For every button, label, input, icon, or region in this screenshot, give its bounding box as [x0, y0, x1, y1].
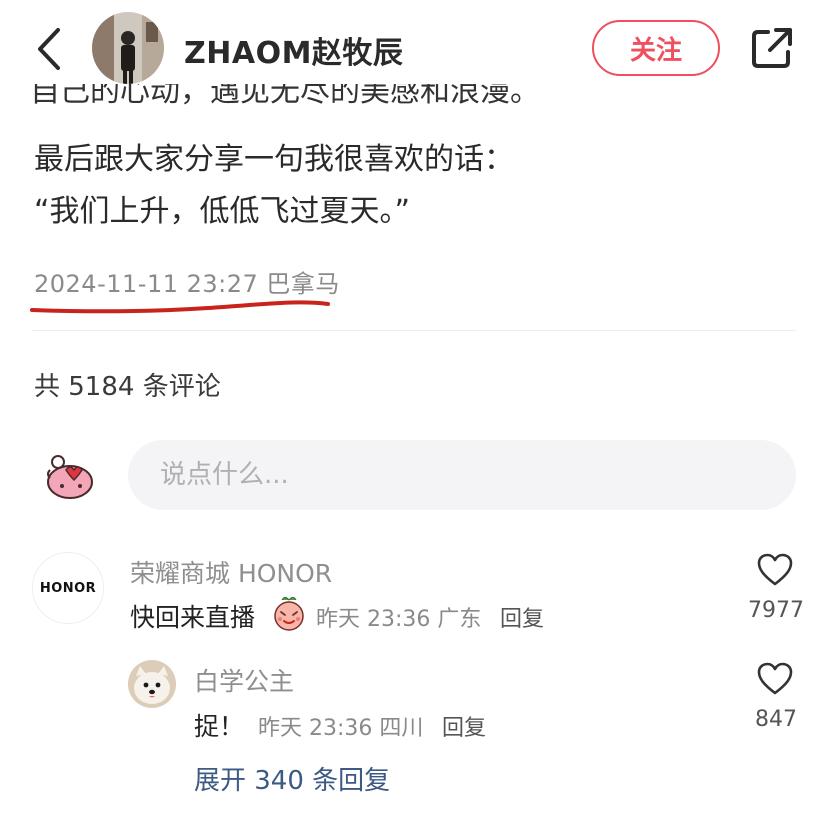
reply-like-count: 847: [755, 707, 797, 732]
author-avatar-image: [92, 12, 164, 84]
comment-time: 昨天 23:36: [316, 607, 431, 632]
comment-username[interactable]: 荣耀商城 HONOR: [130, 554, 332, 590]
post-text-clipped: 自己的心动，遇见无尽的美感和浪漫。: [30, 84, 540, 109]
handwritten-underline-annotation: [30, 300, 330, 314]
reply-button[interactable]: 回复: [500, 601, 544, 633]
comment-meta: 昨天 23:36 广东: [316, 601, 481, 633]
share-icon: [752, 28, 792, 68]
post-text-line-2: “我们上升，低低飞过夏天。”: [34, 194, 411, 229]
reply-meta: 昨天 23:36 四川: [258, 710, 423, 742]
dog-avatar-image: [128, 660, 176, 708]
divider: [32, 330, 796, 331]
author-name[interactable]: ZHAOM赵牧辰: [184, 28, 403, 72]
heart-icon: [757, 553, 793, 586]
follow-button[interactable]: 关注: [592, 20, 720, 76]
commenter-avatar[interactable]: HONOR: [32, 552, 104, 624]
back-arrow-icon: [38, 28, 60, 70]
reply-like-button[interactable]: [757, 662, 793, 696]
like-button[interactable]: [757, 553, 793, 587]
reply-time: 昨天 23:36: [258, 716, 373, 741]
comment-count: 共 5184 条评论: [34, 372, 221, 402]
share-button[interactable]: [748, 24, 796, 72]
reply-username[interactable]: 白学公主: [194, 662, 294, 698]
like-count: 7977: [748, 598, 804, 623]
post-text-clipped-line: 自己的心动，遇见无尽的美感和浪漫。: [30, 84, 770, 118]
reply-reply-button[interactable]: 回复: [442, 710, 486, 742]
author-avatar[interactable]: [92, 12, 164, 84]
emoji-sticker-icon: [274, 597, 304, 631]
user-sticker-avatar[interactable]: [40, 448, 96, 504]
expand-replies-link[interactable]: 展开 340 条回复: [194, 760, 390, 797]
reply-text: 捉！: [194, 712, 245, 741]
reply-location: 四川: [379, 716, 424, 741]
comment-input[interactable]: [128, 440, 796, 510]
back-button[interactable]: [30, 24, 70, 74]
comment-text: 快回来直播: [130, 603, 256, 632]
heart-icon: [757, 662, 793, 695]
post-text-line-1: 最后跟大家分享一句我很喜欢的话：: [34, 142, 514, 177]
comment-location: 广东: [437, 607, 482, 632]
reply-avatar[interactable]: [128, 660, 176, 708]
sticker-icon: [47, 455, 93, 499]
